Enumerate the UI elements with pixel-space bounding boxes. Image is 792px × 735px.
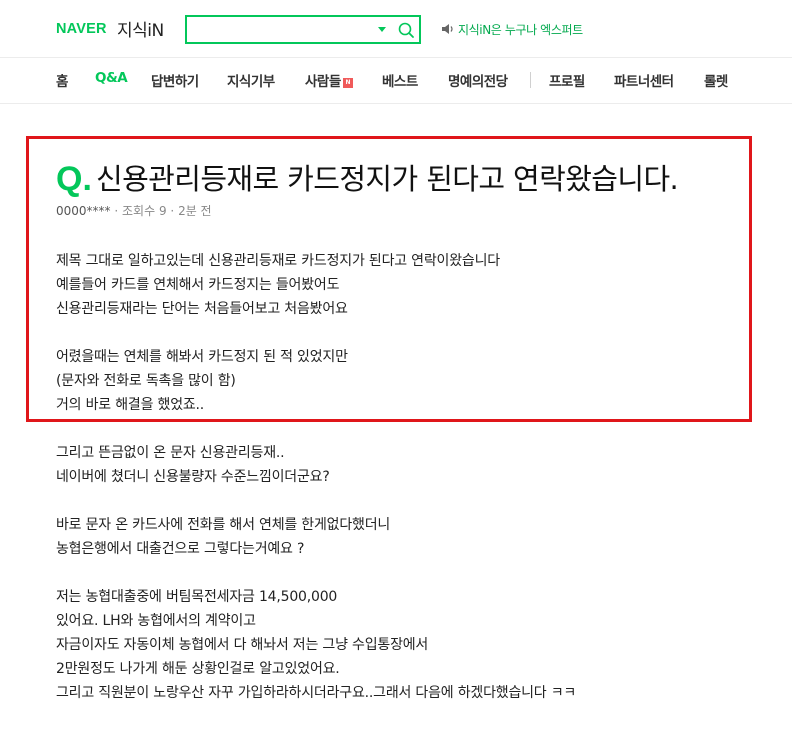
search-input[interactable] xyxy=(193,19,373,40)
body-line: 거의 바로 해결을 했었죠.. xyxy=(56,397,205,413)
body-line xyxy=(56,321,576,345)
body-line: 어렸을때는 연체를 해봐서 카드정지 된 적 있었지만 xyxy=(56,349,348,365)
body-line: 제목 그대로 일하고있는데 신용관리등재로 카드정지가 된다고 연락이왔습니다 xyxy=(56,253,500,269)
meta-separator: · xyxy=(170,204,179,218)
body-line: 그리고 직원분이 노랑우산 자꾸 가입하라하시더라구요..그래서 다음에 하겠다… xyxy=(56,685,577,701)
nav-qna[interactable]: Q&A xyxy=(95,70,128,86)
nav-answer[interactable]: 답변하기 xyxy=(151,70,199,90)
meta-separator: · xyxy=(114,204,123,218)
question-title: 신용관리등재로 카드정지가 된다고 연락왔습니다. xyxy=(96,162,679,196)
nav-people[interactable]: 사람들 N xyxy=(305,70,353,90)
nav-divider xyxy=(530,72,531,88)
nav-roulette[interactable]: 롤렛 xyxy=(704,70,728,90)
post-time: 2분 전 xyxy=(178,204,212,218)
body-line: 자금이자도 자동이체 농협에서 다 해놔서 저는 그냥 수입통장에서 xyxy=(56,637,429,653)
search-box xyxy=(185,15,421,44)
question-mark-icon: Q. xyxy=(56,160,92,198)
question-meta: 0000**** · 조회수 9 · 2분 전 xyxy=(56,202,212,219)
notice-text: 지식iN은 누구나 엑스퍼트 xyxy=(458,23,583,37)
body-line: 저는 농협대출중에 버팀목전세자금 14,500,000 xyxy=(56,589,338,605)
kin-logo[interactable]: 지식iN xyxy=(117,16,164,41)
search-icon[interactable] xyxy=(396,20,416,40)
body-line: (문자와 전화로 독촉을 많이 함) xyxy=(56,373,236,389)
nav-donate[interactable]: 지식기부 xyxy=(227,70,275,90)
body-line: 농협은행에서 대출건으로 그렇다는거예요 ? xyxy=(56,541,305,557)
body-line: 그리고 뜬금없이 온 문자 신용관리등재.. xyxy=(56,445,285,461)
body-line: 신용관리등재라는 단어는 처음들어보고 처음봤어요 xyxy=(56,301,348,317)
body-line: 네이버에 쳤더니 신용불량자 수준느낌이더군요? xyxy=(56,469,330,485)
main-nav: 홈 Q&A 답변하기 지식기부 사람들 N 베스트 명예의전당 프로필 파트너센터… xyxy=(0,58,792,104)
body-line xyxy=(56,489,576,513)
body-line: 2만원정도 나가게 해둔 상황인걸로 알고있었어요. xyxy=(56,661,340,677)
view-count: 조회수 9 xyxy=(122,204,167,218)
body-line: 있어요. LH와 농협에서의 계약이고 xyxy=(56,613,256,629)
nav-hall-of-fame[interactable]: 명예의전당 xyxy=(448,70,508,90)
chevron-down-icon[interactable] xyxy=(378,27,386,32)
body-line xyxy=(56,561,576,585)
author-name[interactable]: 0000**** xyxy=(56,204,111,218)
new-badge: N xyxy=(342,78,353,88)
speaker-icon xyxy=(442,24,453,34)
body-line: 예를들어 카드를 연체해서 카드정지는 들어봤어도 xyxy=(56,277,340,293)
question-body: 제목 그대로 일하고있는데 신용관리등재로 카드정지가 된다고 연락이왔습니다 … xyxy=(56,249,576,705)
body-line: 바로 문자 온 카드사에 전화를 해서 연체를 한게없다했더니 xyxy=(56,517,391,533)
header: NAVER 지식iN 지식iN은 누구나 엑스퍼트 xyxy=(0,0,792,58)
nav-people-label: 사람들 xyxy=(305,74,341,90)
nav-home[interactable]: 홈 xyxy=(56,70,68,90)
nav-partner-center[interactable]: 파트너센터 xyxy=(614,70,674,90)
nav-best[interactable]: 베스트 xyxy=(382,70,418,90)
naver-logo[interactable]: NAVER xyxy=(56,21,107,37)
nav-profile[interactable]: 프로필 xyxy=(549,70,585,90)
body-line xyxy=(56,417,576,441)
notice-link[interactable]: 지식iN은 누구나 엑스퍼트 xyxy=(441,21,583,38)
